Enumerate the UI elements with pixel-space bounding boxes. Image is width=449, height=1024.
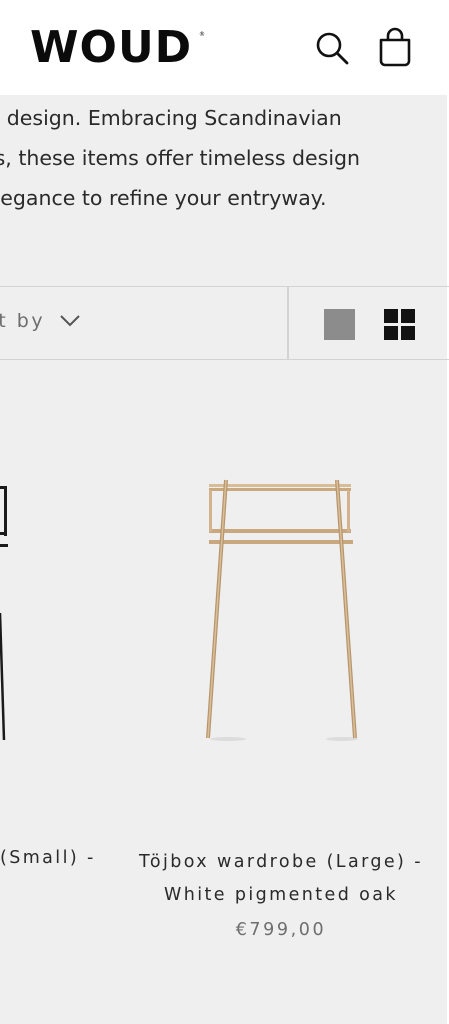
description-line: al design. Embracing Scandinavian <box>0 106 342 130</box>
site-header: WOUD ® <box>0 0 449 95</box>
description-line: es, these items offer timeless design <box>0 146 361 170</box>
collection-description: al design. Embracing Scandinavian es, th… <box>0 98 402 218</box>
grid-square <box>384 309 398 323</box>
product-image-tojbox-wardrobe[interactable] <box>200 476 360 746</box>
search-icon[interactable] <box>314 30 350 66</box>
grid-view-button[interactable] <box>384 309 415 340</box>
single-column-view-button[interactable] <box>324 309 355 340</box>
grid-square <box>384 326 398 340</box>
sort-by-dropdown[interactable]: rt by <box>0 310 81 332</box>
product-title-line: White pigmented oak <box>164 885 398 905</box>
product-title-line: Töjbox wardrobe (Large) - <box>139 852 423 872</box>
sort-by-label: rt by <box>0 310 46 332</box>
description-line: elegance to refine your entryway. <box>0 186 327 210</box>
product-price: €799,00 <box>235 920 327 940</box>
grid-square <box>401 309 415 323</box>
grid-square <box>401 326 415 340</box>
toolbar-divider <box>287 287 289 359</box>
shopping-bag-icon[interactable] <box>377 27 413 67</box>
product-title[interactable]: Töjbox wardrobe (Large) - White pigmente… <box>126 846 436 912</box>
product-image-partial[interactable] <box>0 478 12 743</box>
chevron-down-icon <box>60 315 80 327</box>
collection-toolbar: rt by <box>0 286 449 360</box>
product-title-partial[interactable]: (Small) - <box>0 848 96 868</box>
woud-logo[interactable]: WOUD <box>30 22 192 74</box>
registered-mark: ® <box>199 31 205 38</box>
